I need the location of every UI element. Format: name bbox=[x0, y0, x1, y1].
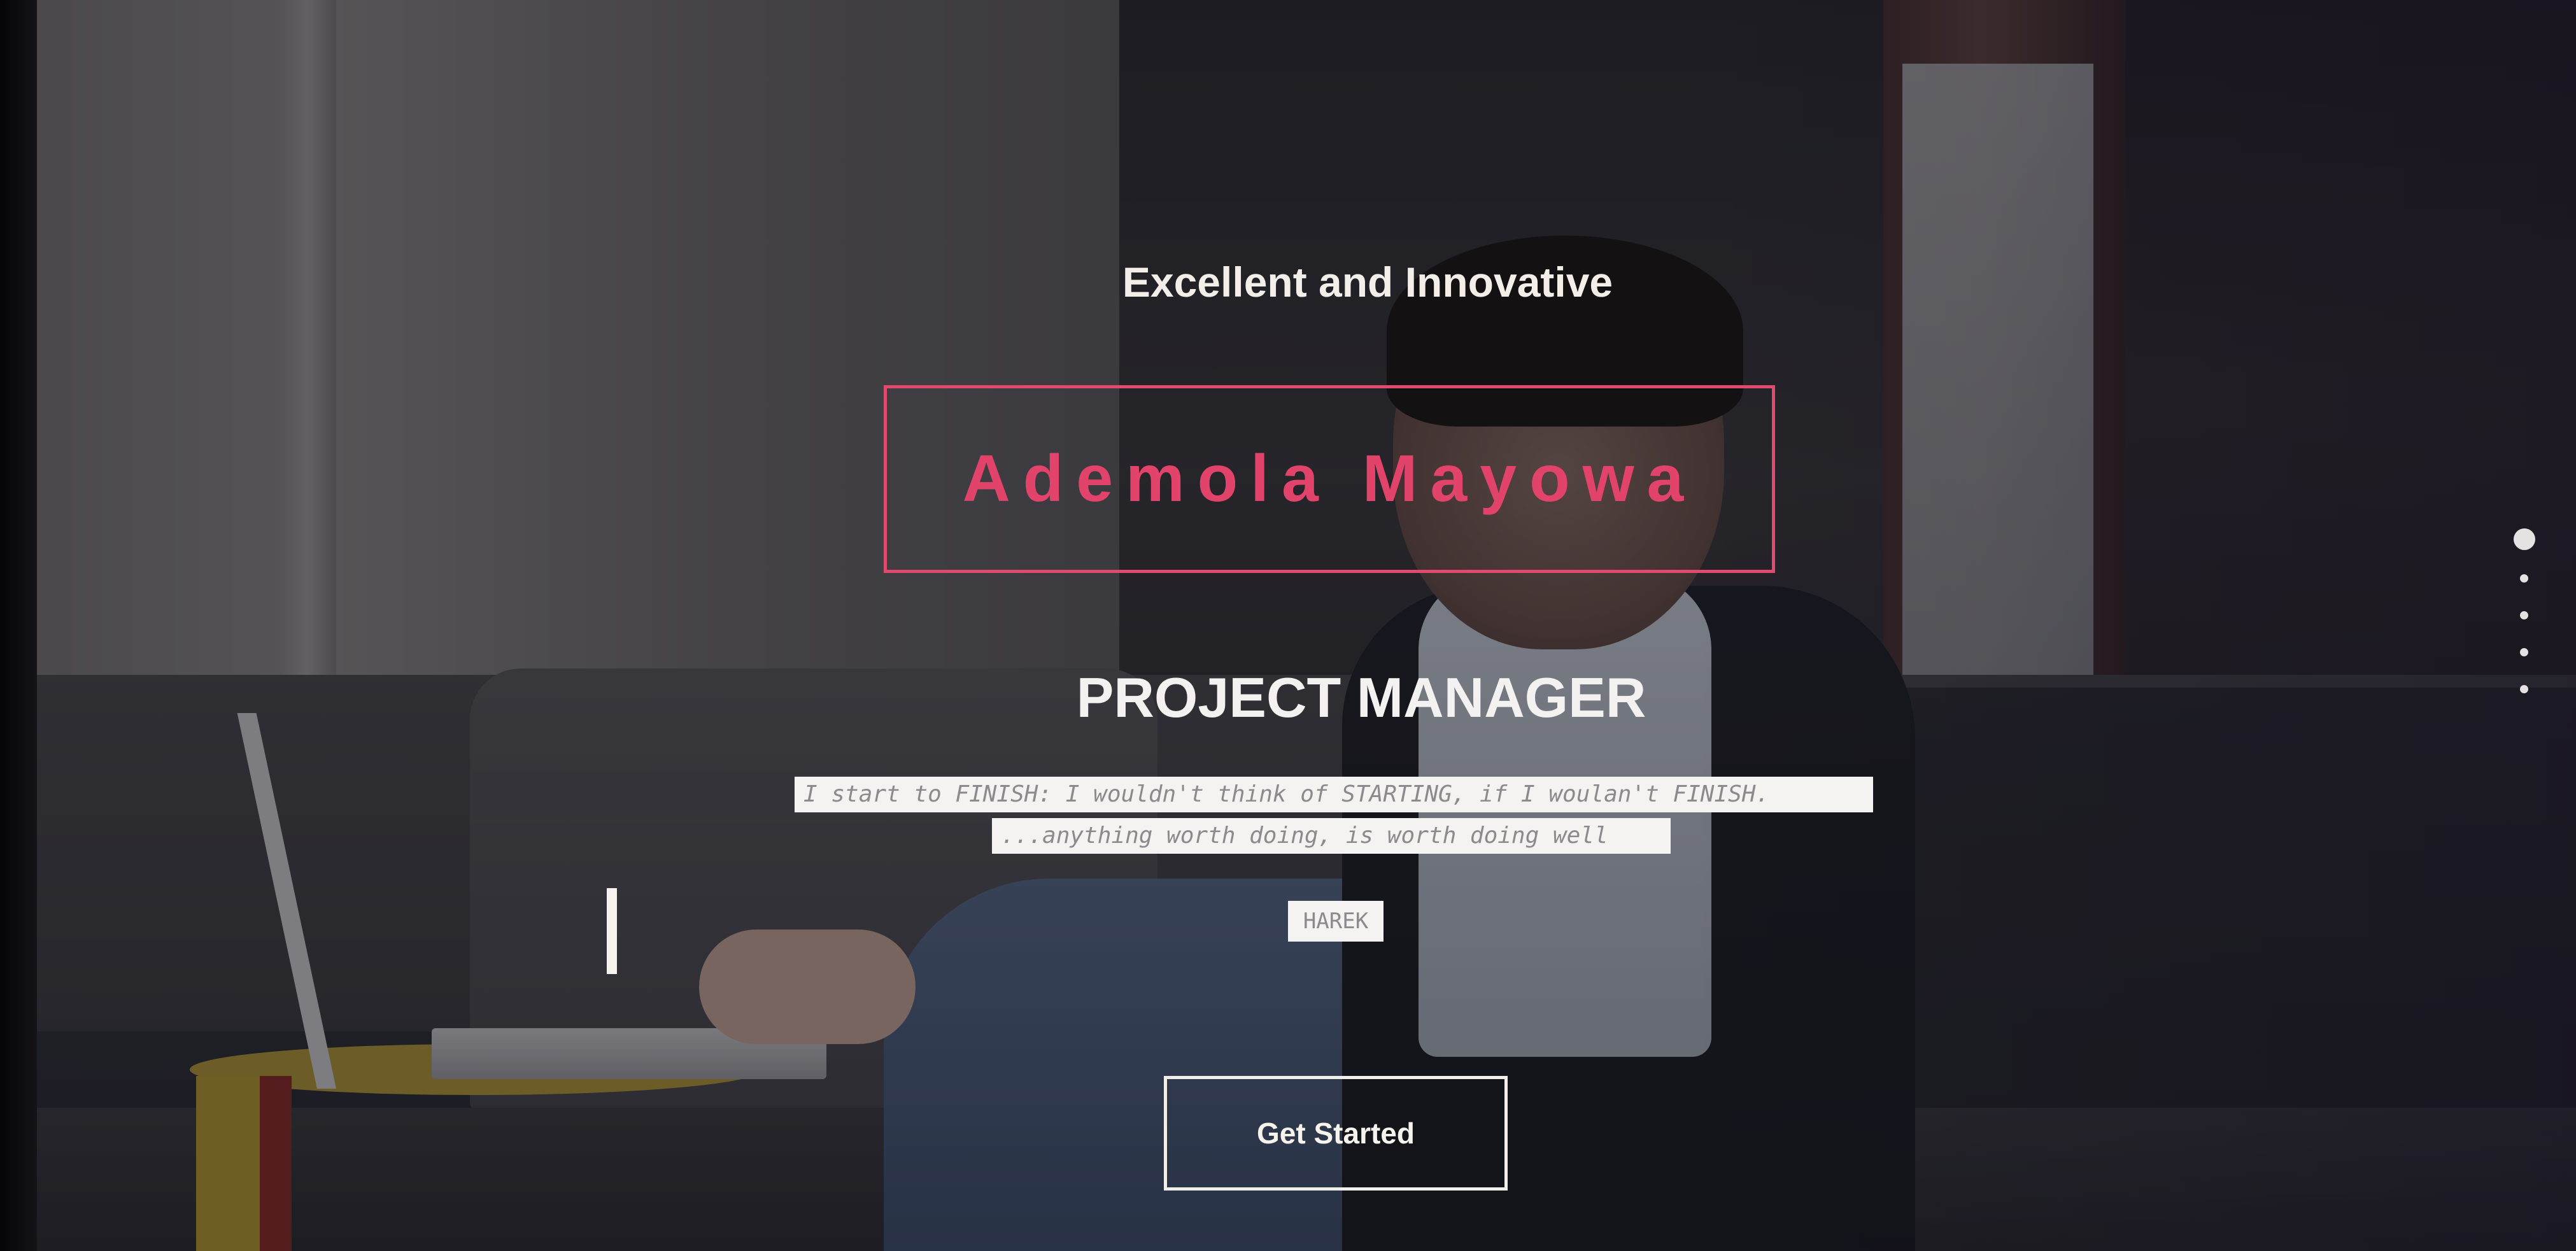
screen: Excellent and Innovative Ademola Mayowa … bbox=[0, 0, 2576, 1251]
hero-tagline: Excellent and Innovative bbox=[1122, 258, 1613, 306]
hero-name: Ademola Mayowa bbox=[962, 442, 1697, 516]
monitor-bezel bbox=[0, 0, 37, 1251]
hero-gradient-overlay bbox=[1692, 0, 2576, 1251]
quote-line: ...anything worth doing, is worth doing … bbox=[992, 818, 1671, 854]
quote-line: I start to FINISH: I wouldn't think of S… bbox=[795, 777, 1873, 812]
quote-author: HAREK bbox=[1288, 901, 1384, 942]
slider-dot-active[interactable] bbox=[2514, 528, 2535, 550]
slider-dot[interactable] bbox=[2520, 685, 2528, 693]
slider-dot[interactable] bbox=[2520, 574, 2528, 583]
text-cursor bbox=[607, 888, 617, 974]
hero-section: Excellent and Innovative Ademola Mayowa … bbox=[37, 0, 2576, 1251]
slider-dot[interactable] bbox=[2520, 611, 2528, 619]
slider-dot[interactable] bbox=[2520, 648, 2528, 656]
name-frame: Ademola Mayowa bbox=[884, 385, 1775, 573]
hero-role: PROJECT MANAGER bbox=[1076, 666, 1646, 729]
get-started-button[interactable]: Get Started bbox=[1164, 1076, 1508, 1191]
slider-pagination bbox=[2507, 522, 2545, 713]
